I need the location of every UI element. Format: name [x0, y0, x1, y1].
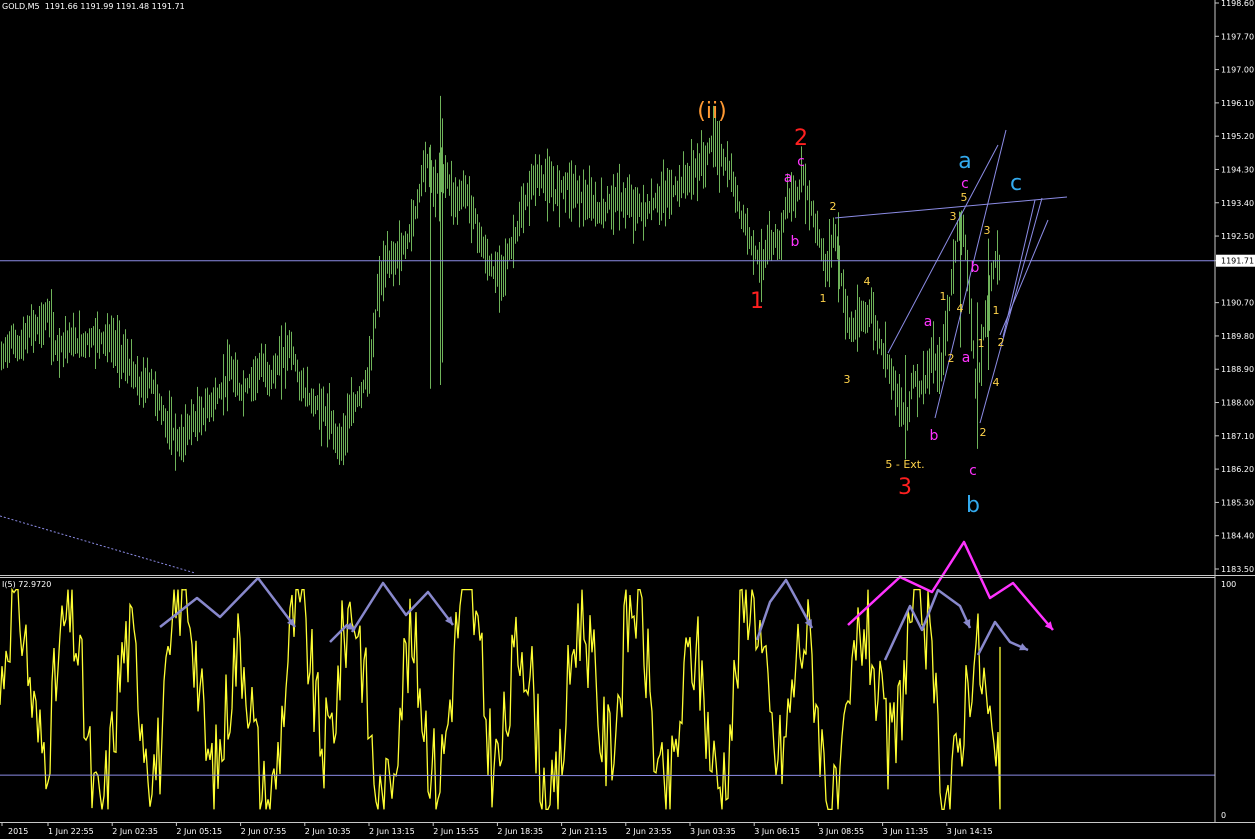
wave-label: c — [1010, 171, 1022, 196]
time-tick-label: 2 Jun 18:35 — [497, 827, 543, 836]
price-tick-label: 1192.50 — [1221, 232, 1254, 241]
price-tick-label: 1188.00 — [1221, 399, 1254, 408]
wave-label: 2 — [998, 336, 1005, 349]
time-tick-label: 2 Jun 23:55 — [626, 827, 672, 836]
indicator-scale-top: 100 — [1221, 580, 1236, 589]
time-tick-label: 2 Jun 15:55 — [433, 827, 479, 836]
indicator-header: I(5) 72.9720 — [2, 580, 52, 589]
time-tick-label: 3 Jun 06:15 — [754, 827, 800, 836]
chart-canvas[interactable]: (ii)213abcacbabcbac21435 - Ext.531423112… — [0, 0, 1255, 839]
price-tick-label: 1187.10 — [1221, 432, 1254, 441]
price-tick-label: 1183.50 — [1221, 565, 1254, 574]
time-tick-label: 2 Jun 13:15 — [369, 827, 415, 836]
wave-label: 2 — [948, 352, 955, 365]
ohlc-values: 1191.66 1191.99 1191.48 1191.71 — [44, 2, 185, 11]
time-tick-label: 2 Jun 02:35 — [112, 827, 158, 836]
wave-label: 2 — [830, 200, 837, 213]
price-tick-label: 1189.80 — [1221, 332, 1254, 341]
price-tick-label: 1198.60 — [1221, 0, 1254, 8]
price-tick-label: 1193.40 — [1221, 199, 1254, 208]
wave-label: a — [784, 170, 793, 186]
time-tick-label: 2 Jun 21:15 — [562, 827, 608, 836]
price-tick-label: 1191.71 — [1221, 257, 1254, 266]
wave-label: b — [966, 493, 980, 518]
wave-label: 1 — [993, 304, 1000, 317]
wave-label: b — [791, 234, 800, 250]
time-tick-label: 1 Jun 22:55 — [48, 827, 94, 836]
wave-label: 5 - Ext. — [885, 458, 924, 471]
time-tick-label: 3 Jun 11:35 — [883, 827, 929, 836]
price-tick-label: 1197.70 — [1221, 32, 1254, 41]
wave-label: 3 — [984, 224, 991, 237]
price-tick-label: 1186.20 — [1221, 465, 1254, 474]
wave-label: a — [924, 314, 933, 330]
price-tick-label: 1185.30 — [1221, 498, 1254, 507]
wave-label: 2 — [794, 126, 808, 151]
wave-label: 5 — [961, 191, 968, 204]
symbol-timeframe: GOLD,M5 — [2, 2, 40, 11]
time-tick-label: 2 Jun 10:35 — [305, 827, 351, 836]
time-tick-label: 2015 — [8, 827, 28, 836]
wave-label: c — [969, 463, 977, 479]
wave-label: 1 — [820, 292, 827, 305]
wave-label: c — [797, 154, 805, 170]
wave-label: 4 — [993, 376, 1000, 389]
wave-label: 4 — [864, 275, 871, 288]
indicator-scale-bottom: 0 — [1221, 811, 1226, 820]
wave-label: (ii) — [697, 99, 726, 124]
wave-label: a — [958, 149, 971, 174]
wave-label: 3 — [844, 373, 851, 386]
wave-label: 4 — [957, 302, 964, 315]
wave-label: b — [971, 260, 980, 276]
price-tick-label: 1190.70 — [1221, 299, 1254, 308]
price-tick-label: 1194.30 — [1221, 165, 1254, 174]
wave-label: 1 — [940, 290, 947, 303]
time-tick-label: 3 Jun 03:35 — [690, 827, 736, 836]
price-tick-label: 1197.00 — [1221, 66, 1254, 75]
chart-header: GOLD,M5 1191.66 1191.99 1191.48 1191.71 — [2, 2, 185, 11]
wave-label: 3 — [950, 210, 957, 223]
price-tick-label: 1196.10 — [1221, 99, 1254, 108]
wave-label: 1 — [750, 289, 764, 314]
price-tick-label: 1188.90 — [1221, 365, 1254, 374]
time-tick-label: 3 Jun 08:55 — [818, 827, 864, 836]
wave-label: c — [961, 176, 969, 192]
price-tick-label: 1184.40 — [1221, 532, 1254, 541]
indicator-level-line — [0, 774, 1215, 777]
price-tick-label: 1195.20 — [1221, 132, 1254, 141]
wave-label: 1 — [978, 337, 985, 350]
time-tick-label: 2 Jun 05:15 — [176, 827, 222, 836]
wave-label: 3 — [898, 475, 912, 500]
time-tick-label: 2 Jun 07:55 — [241, 827, 287, 836]
wave-label: a — [962, 350, 971, 366]
wave-label: b — [930, 428, 939, 444]
wave-label: 2 — [980, 426, 987, 439]
time-tick-label: 3 Jun 14:15 — [947, 827, 993, 836]
